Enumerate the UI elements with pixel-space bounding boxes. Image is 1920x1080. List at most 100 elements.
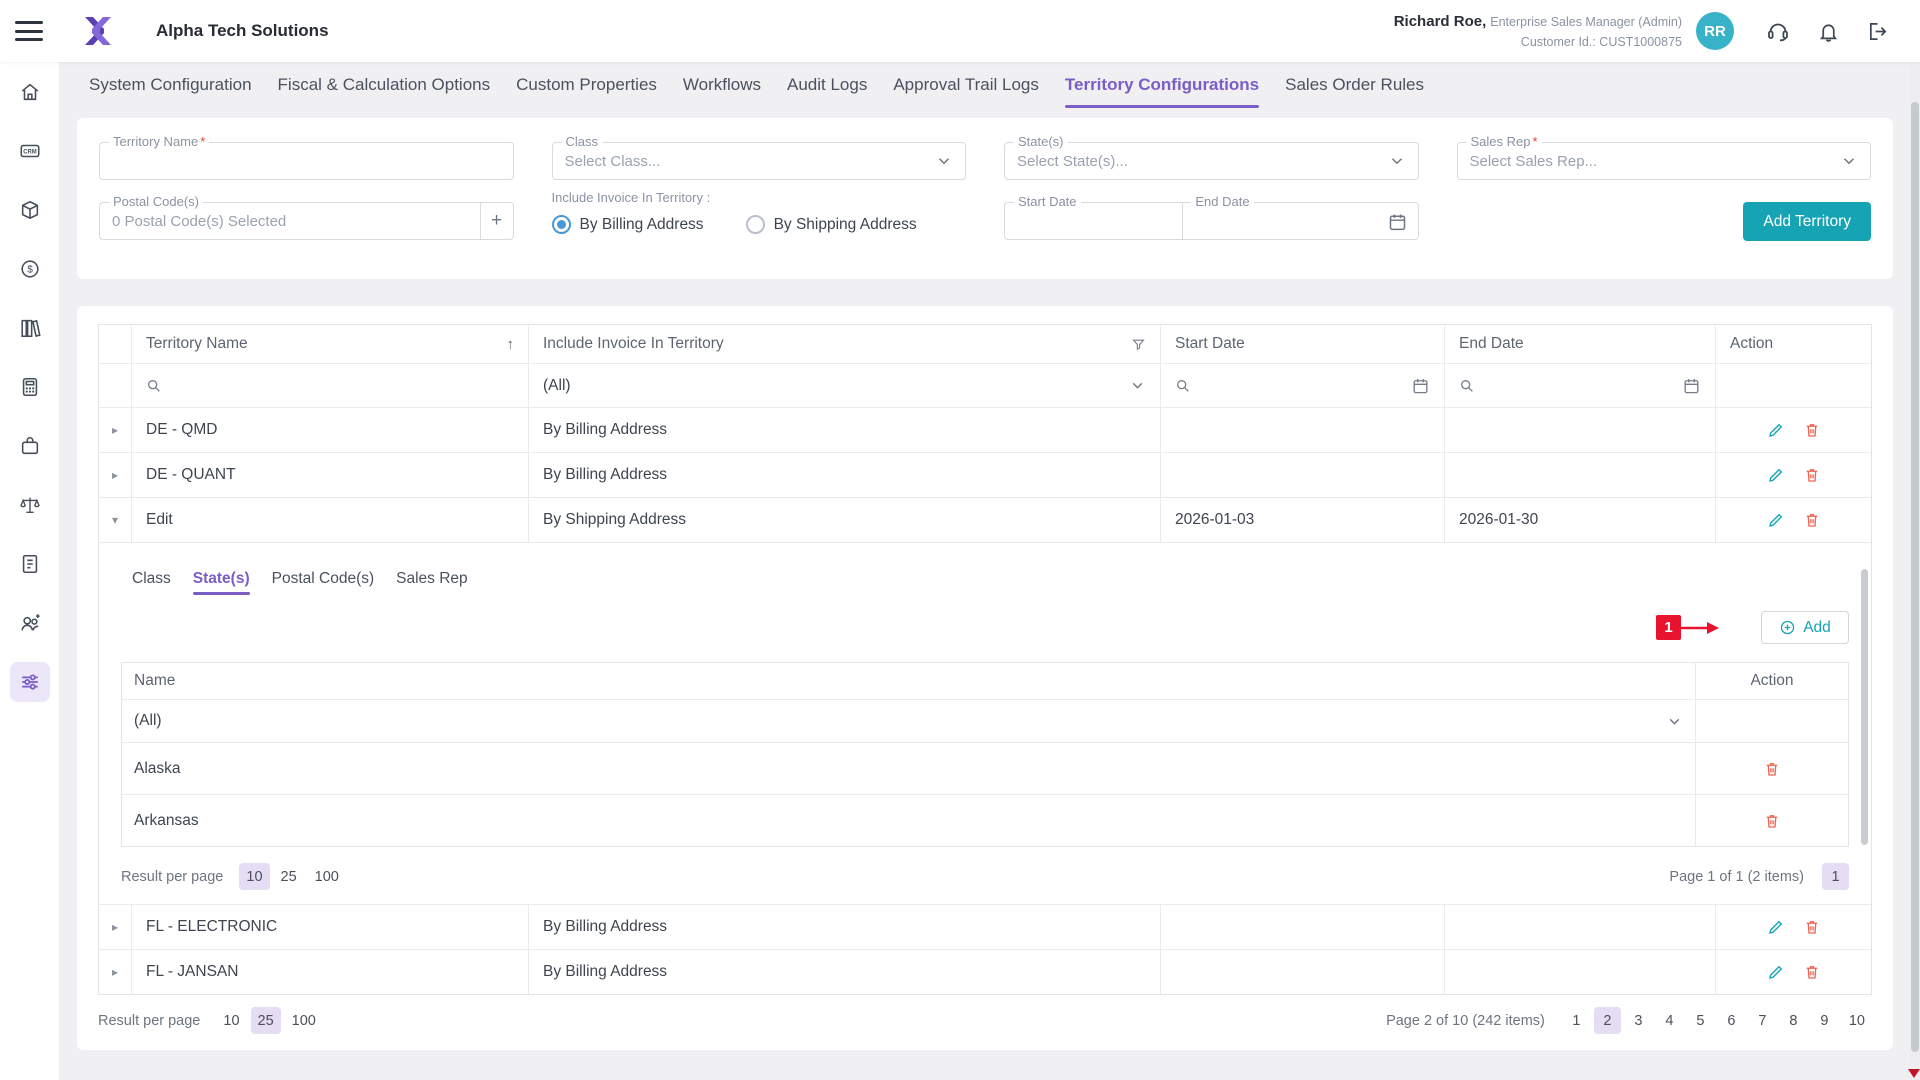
- page-number-3[interactable]: 3: [1625, 1007, 1652, 1034]
- sidebar-home-icon[interactable]: [10, 72, 50, 112]
- edit-pencil-icon[interactable]: [1767, 466, 1785, 484]
- calendar-icon[interactable]: [1682, 376, 1701, 395]
- sidebar-crm-icon[interactable]: CRM: [10, 131, 50, 171]
- chevron-down-icon: [1666, 713, 1683, 730]
- page-size-25[interactable]: 25: [251, 1007, 281, 1034]
- notifications-bell-icon[interactable]: [1817, 20, 1840, 43]
- page-size-10[interactable]: 10: [239, 863, 269, 890]
- tab-sales-order-rules[interactable]: Sales Order Rules: [1272, 62, 1437, 108]
- edit-pencil-icon[interactable]: [1767, 918, 1785, 936]
- page-number-2[interactable]: 2: [1594, 1007, 1621, 1034]
- detail-pager: Result per page 10 25 100 Page 1 of 1 (2…: [121, 863, 1849, 890]
- invoice-type: By Billing Address: [543, 918, 667, 936]
- avatar[interactable]: RR: [1696, 12, 1734, 50]
- chevron-down-icon: [935, 152, 953, 170]
- territory-name-input[interactable]: [112, 153, 501, 170]
- sidebar-bag-icon[interactable]: [10, 426, 50, 466]
- date-range-field[interactable]: Start Date End Date: [1004, 202, 1419, 240]
- page-number-1[interactable]: 1: [1563, 1007, 1590, 1034]
- edit-pencil-icon[interactable]: [1767, 511, 1785, 529]
- search-icon: [1175, 378, 1191, 394]
- sidebar-ledger-icon[interactable]: [10, 308, 50, 348]
- detail-scrollbar[interactable]: [1861, 569, 1868, 845]
- page-size-100[interactable]: 100: [308, 863, 346, 890]
- hamburger-menu-icon[interactable]: [15, 21, 43, 41]
- class-label: Class: [562, 134, 603, 149]
- page-size-100[interactable]: 100: [285, 1007, 323, 1034]
- filter-territory-name[interactable]: [132, 364, 529, 407]
- detail-tab-postal-codes[interactable]: Postal Code(s): [261, 563, 386, 595]
- page-size-10[interactable]: 10: [216, 1007, 246, 1034]
- col-header-include-invoice[interactable]: Include Invoice In Territory: [529, 325, 1161, 363]
- states-select[interactable]: State(s) Select State(s)...: [1004, 142, 1419, 180]
- tab-system-configuration[interactable]: System Configuration: [76, 62, 265, 108]
- delete-trash-icon[interactable]: [1763, 760, 1781, 778]
- col-header-territory-name[interactable]: Territory Name ↑: [132, 325, 529, 363]
- radio-by-shipping-address[interactable]: By Shipping Address: [746, 215, 917, 234]
- sidebar-configurations-icon[interactable]: [10, 662, 50, 702]
- delete-trash-icon[interactable]: [1803, 918, 1821, 936]
- sidebar-calculator-icon[interactable]: [10, 367, 50, 407]
- edit-pencil-icon[interactable]: [1767, 963, 1785, 981]
- add-state-button[interactable]: Add: [1761, 611, 1849, 644]
- collapse-row-icon[interactable]: ▾: [112, 513, 118, 527]
- page-number-5[interactable]: 5: [1687, 1007, 1714, 1034]
- page-number-8[interactable]: 8: [1780, 1007, 1807, 1034]
- sidebar-users-icon[interactable]: [10, 603, 50, 643]
- tab-territory-configurations[interactable]: Territory Configurations: [1052, 62, 1272, 108]
- page-number-4[interactable]: 4: [1656, 1007, 1683, 1034]
- detail-tab-states[interactable]: State(s): [182, 563, 261, 595]
- sales-rep-select[interactable]: Sales Rep* Select Sales Rep...: [1457, 142, 1872, 180]
- sub-filter-name-select[interactable]: (All): [122, 700, 1696, 742]
- col-header-end-date[interactable]: End Date: [1445, 325, 1716, 363]
- page-number-1[interactable]: 1: [1822, 863, 1849, 890]
- expand-row-icon[interactable]: ▸: [112, 965, 118, 979]
- sub-col-name[interactable]: Name: [122, 663, 1696, 699]
- detail-tab-sales-rep[interactable]: Sales Rep: [385, 563, 479, 595]
- filter-start-date[interactable]: [1161, 364, 1445, 407]
- page-scrollbar[interactable]: [1910, 62, 1920, 1080]
- edit-pencil-icon[interactable]: [1767, 421, 1785, 439]
- sidebar-package-icon[interactable]: [10, 190, 50, 230]
- page-number-6[interactable]: 6: [1718, 1007, 1745, 1034]
- filter-include-invoice-select[interactable]: (All): [529, 364, 1161, 407]
- class-select[interactable]: Class Select Class...: [552, 142, 967, 180]
- postal-codes-add-button[interactable]: +: [480, 202, 514, 240]
- radio-by-billing-address[interactable]: By Billing Address: [552, 215, 704, 234]
- filter-end-date[interactable]: [1445, 364, 1716, 407]
- filter-funnel-icon[interactable]: [1131, 337, 1146, 352]
- expand-row-icon[interactable]: ▸: [112, 423, 118, 437]
- page-number-9[interactable]: 9: [1811, 1007, 1838, 1034]
- state-name: Arkansas: [134, 812, 199, 830]
- sort-ascending-icon[interactable]: ↑: [507, 336, 515, 353]
- tab-audit-logs[interactable]: Audit Logs: [774, 62, 880, 108]
- tab-approval-trail-logs[interactable]: Approval Trail Logs: [880, 62, 1052, 108]
- sidebar-pricing-icon[interactable]: $: [10, 249, 50, 289]
- page-scrollbar-thumb[interactable]: [1911, 102, 1919, 1052]
- calendar-icon[interactable]: [1387, 211, 1408, 232]
- calendar-icon[interactable]: [1411, 376, 1430, 395]
- expand-row-icon[interactable]: ▸: [112, 920, 118, 934]
- tab-custom-properties[interactable]: Custom Properties: [503, 62, 670, 108]
- user-name: Richard Roe,: [1394, 13, 1487, 30]
- page-size-25[interactable]: 25: [274, 863, 304, 890]
- col-header-start-date[interactable]: Start Date: [1161, 325, 1445, 363]
- sidebar-compliance-scale-icon[interactable]: [10, 485, 50, 525]
- delete-trash-icon[interactable]: [1803, 466, 1821, 484]
- delete-trash-icon[interactable]: [1763, 812, 1781, 830]
- territory-name-field[interactable]: Territory Name*: [99, 142, 514, 180]
- add-territory-button[interactable]: Add Territory: [1743, 202, 1871, 241]
- expand-row-icon[interactable]: ▸: [112, 468, 118, 482]
- logout-icon[interactable]: [1867, 20, 1890, 43]
- support-headset-icon[interactable]: [1766, 19, 1790, 43]
- detail-tab-class[interactable]: Class: [121, 563, 182, 595]
- delete-trash-icon[interactable]: [1803, 963, 1821, 981]
- tab-fiscal-calculation-options[interactable]: Fiscal & Calculation Options: [265, 62, 504, 108]
- delete-trash-icon[interactable]: [1803, 421, 1821, 439]
- postal-codes-value-box[interactable]: Postal Code(s) 0 Postal Code(s) Selected: [99, 202, 480, 240]
- page-number-10[interactable]: 10: [1842, 1007, 1872, 1034]
- sidebar-invoice-icon[interactable]: [10, 544, 50, 584]
- page-number-7[interactable]: 7: [1749, 1007, 1776, 1034]
- delete-trash-icon[interactable]: [1803, 511, 1821, 529]
- tab-workflows[interactable]: Workflows: [670, 62, 774, 108]
